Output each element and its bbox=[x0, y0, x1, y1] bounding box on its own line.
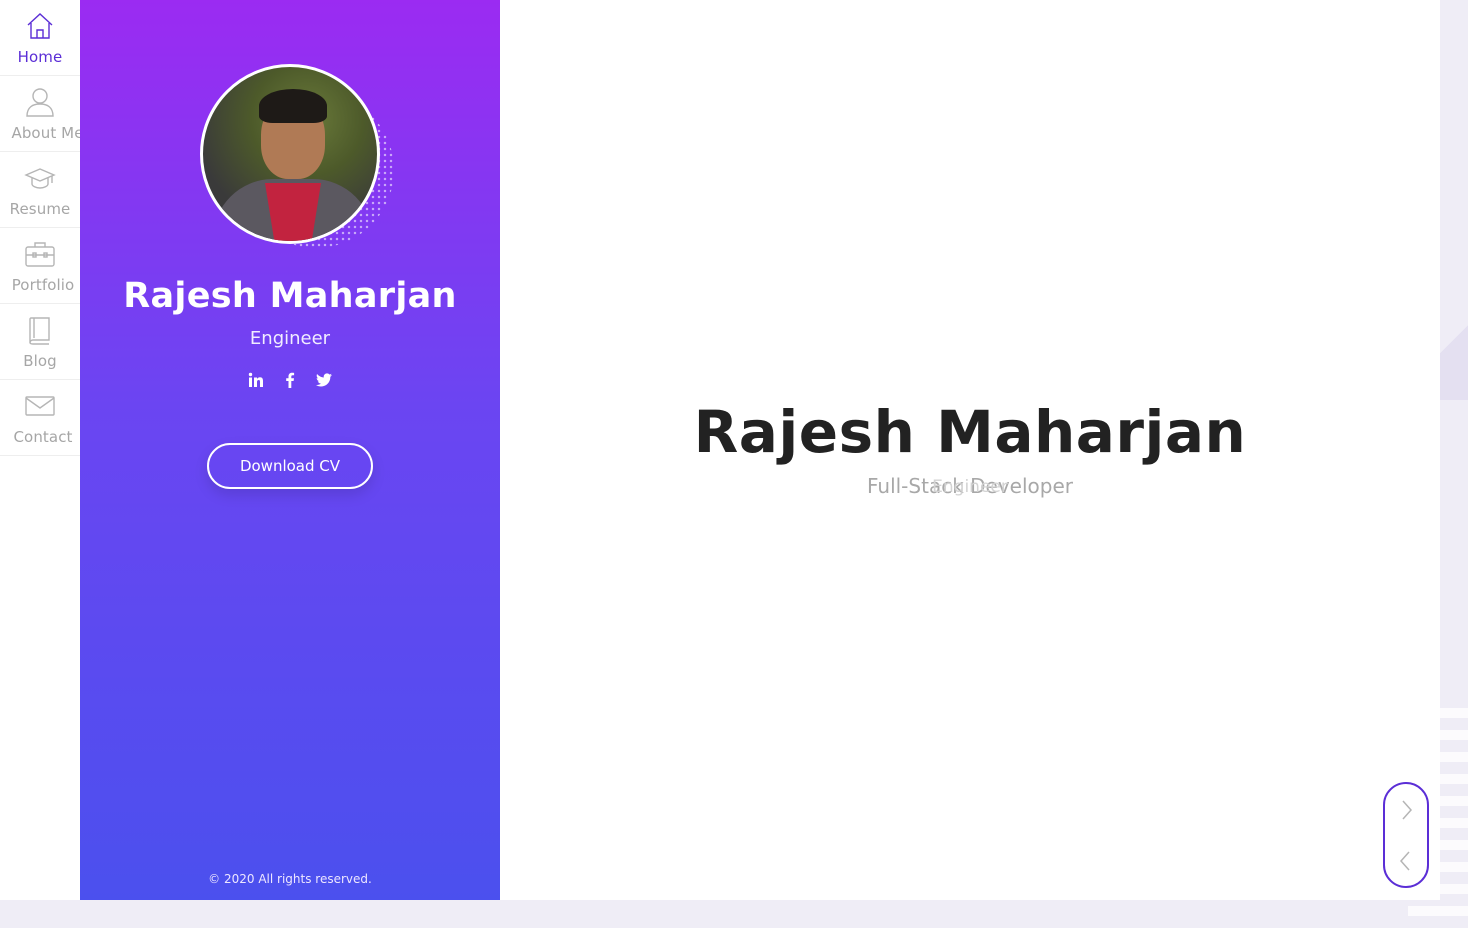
nav-label-contact: Contact bbox=[13, 427, 73, 446]
background-decoration bbox=[1438, 280, 1468, 400]
chevron-left-icon[interactable] bbox=[1391, 846, 1421, 876]
envelope-icon bbox=[24, 390, 56, 426]
social-links bbox=[248, 371, 332, 389]
nav-item-home[interactable]: Home bbox=[0, 0, 80, 76]
nav-label-about-me: About Me bbox=[11, 123, 84, 142]
linkedin-icon[interactable] bbox=[248, 371, 264, 389]
page-arrows bbox=[1383, 782, 1429, 888]
main-content: Rajesh Maharjan Full-Stack Developer Eng… bbox=[500, 0, 1440, 900]
avatar bbox=[200, 64, 380, 244]
facebook-icon[interactable] bbox=[282, 371, 298, 389]
chevron-right-icon[interactable] bbox=[1391, 795, 1421, 825]
copyright-text: © 2020 All rights reserved. bbox=[208, 872, 372, 886]
graduation-cap-icon bbox=[24, 162, 56, 198]
twitter-icon[interactable] bbox=[316, 371, 332, 389]
nav-item-blog[interactable]: Blog bbox=[0, 304, 80, 380]
hero-subtitle-overlay: Engineer bbox=[932, 477, 1008, 497]
nav-item-contact[interactable]: Contact bbox=[0, 380, 80, 456]
avatar-wrapper bbox=[200, 64, 394, 248]
hero-subtitle: Full-Stack Developer Engineer bbox=[500, 474, 1440, 504]
nav-label-resume: Resume bbox=[9, 199, 71, 218]
nav-label-portfolio: Portfolio bbox=[11, 275, 75, 294]
hero-title: Rajesh Maharjan bbox=[693, 398, 1247, 466]
nav-item-about-me[interactable]: About Me bbox=[0, 76, 84, 152]
home-icon bbox=[24, 10, 56, 46]
profile-role: Engineer bbox=[249, 328, 331, 349]
user-icon bbox=[24, 86, 56, 122]
nav-item-resume[interactable]: Resume bbox=[0, 152, 80, 228]
book-icon bbox=[24, 314, 56, 350]
nav-item-portfolio[interactable]: Portfolio bbox=[0, 228, 80, 304]
nav-label-home: Home bbox=[17, 47, 63, 66]
profile-name: Rajesh Maharjan bbox=[123, 276, 457, 316]
profile-panel: Rajesh Maharjan Engineer Download CV © 2… bbox=[80, 0, 500, 900]
sidebar-nav: Home About Me Resume Portfolio Blog Cont… bbox=[0, 0, 84, 900]
download-cv-button[interactable]: Download CV bbox=[207, 443, 373, 489]
briefcase-icon bbox=[24, 238, 56, 274]
nav-label-blog: Blog bbox=[23, 351, 57, 370]
